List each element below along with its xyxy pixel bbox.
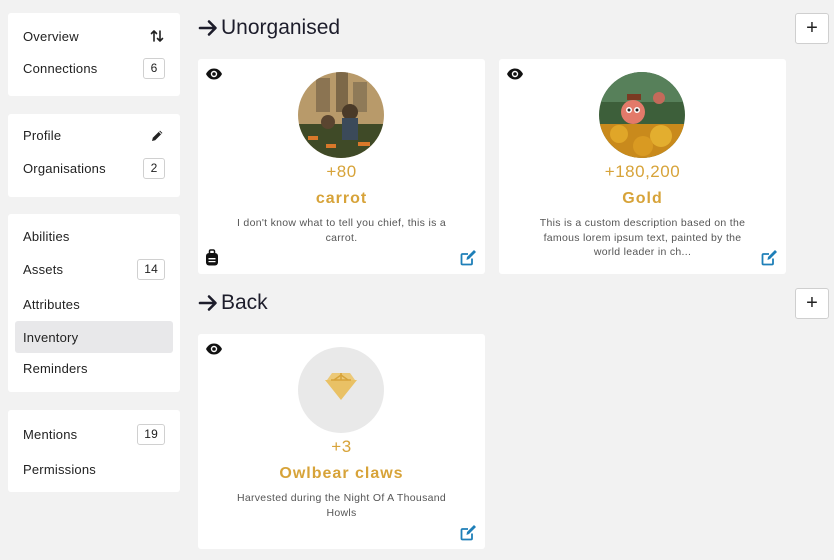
item-amount: +180,200 — [604, 162, 681, 181]
count-badge: 14 — [137, 258, 165, 280]
sidebar-item-label: Organisations — [23, 160, 106, 176]
sidebar-item-mentions[interactable]: Mentions 19 — [15, 418, 173, 450]
sidebar-group-overview: Overview Connections 6 — [8, 13, 180, 96]
eye-icon[interactable] — [506, 67, 524, 81]
sidebar-item-attributes[interactable]: Attributes — [15, 288, 173, 320]
item-description: This is a custom description based on th… — [539, 217, 746, 258]
count-badge: 19 — [137, 423, 165, 445]
arrow-right-icon — [198, 20, 217, 36]
item-description: Harvested during the Night Of A Thousand… — [236, 492, 447, 519]
gem-placeholder-icon — [298, 347, 384, 433]
sidebar-item-label: Reminders — [23, 360, 88, 376]
arrow-right-icon — [198, 295, 217, 311]
eye-icon[interactable] — [205, 67, 223, 81]
section-title: Back — [221, 291, 268, 314]
item-name[interactable]: Owlbear claws — [198, 465, 485, 483]
item-description: I don't know what to tell you chief, thi… — [237, 217, 446, 244]
pencil-icon[interactable] — [149, 127, 165, 143]
sidebar-item-label: Profile — [23, 127, 62, 143]
sidebar-item-label: Abilities — [23, 228, 70, 244]
item-amount: +80 — [326, 162, 357, 181]
sort-arrows-icon[interactable] — [149, 28, 165, 44]
sidebar-item-connections[interactable]: Connections 6 — [15, 52, 173, 84]
sidebar-group-profile: Profile Organisations 2 — [8, 114, 180, 197]
inventory-card-gold: +180,200 Gold This is a custom descripti… — [499, 59, 786, 274]
count-badge: 6 — [143, 57, 165, 79]
section-title: Unorganised — [221, 16, 341, 39]
item-image — [298, 72, 384, 158]
item-name[interactable]: Gold — [499, 190, 786, 208]
eye-icon[interactable] — [205, 342, 223, 356]
edit-icon[interactable] — [761, 249, 778, 266]
inventory-card-carrot: +80 carrot I don't know what to tell you… — [198, 59, 485, 274]
section-heading-back: Back — [198, 288, 268, 318]
sidebar-item-organisations[interactable]: Organisations 2 — [15, 152, 173, 184]
add-item-button[interactable]: + — [795, 288, 829, 319]
count-badge: 2 — [143, 157, 165, 179]
sidebar-item-assets[interactable]: Assets 14 — [15, 253, 173, 285]
item-image — [599, 72, 685, 158]
sidebar-item-profile[interactable]: Profile — [15, 119, 173, 151]
sidebar-item-label: Overview — [23, 28, 79, 44]
sidebar-item-abilities[interactable]: Abilities — [15, 220, 173, 252]
edit-icon[interactable] — [460, 249, 477, 266]
sidebar-item-label: Inventory — [23, 329, 79, 345]
sidebar-item-label: Connections — [23, 60, 98, 76]
sidebar-group-mentions: Mentions 19 Permissions — [8, 410, 180, 492]
sidebar-item-label: Assets — [23, 261, 64, 277]
item-name[interactable]: carrot — [198, 190, 485, 208]
sidebar-item-reminders[interactable]: Reminders — [15, 352, 173, 384]
sidebar-group-abilities: Abilities Assets 14 Attributes Inventory… — [8, 214, 180, 392]
sidebar-item-inventory[interactable]: Inventory — [15, 321, 173, 353]
sidebar-item-permissions[interactable]: Permissions — [15, 453, 173, 485]
section-heading-unorganised: Unorganised — [198, 13, 340, 43]
backpack-icon — [206, 249, 218, 266]
sidebar-item-label: Mentions — [23, 426, 78, 442]
sidebar-item-label: Permissions — [23, 461, 96, 477]
sidebar-item-label: Attributes — [23, 296, 80, 312]
add-item-button[interactable]: + — [795, 13, 829, 44]
edit-icon[interactable] — [460, 524, 477, 541]
sidebar-item-overview[interactable]: Overview — [15, 20, 173, 52]
item-amount: +3 — [331, 437, 352, 456]
inventory-card-owlbear-claws: +3 Owlbear claws Harvested during the Ni… — [198, 334, 485, 549]
